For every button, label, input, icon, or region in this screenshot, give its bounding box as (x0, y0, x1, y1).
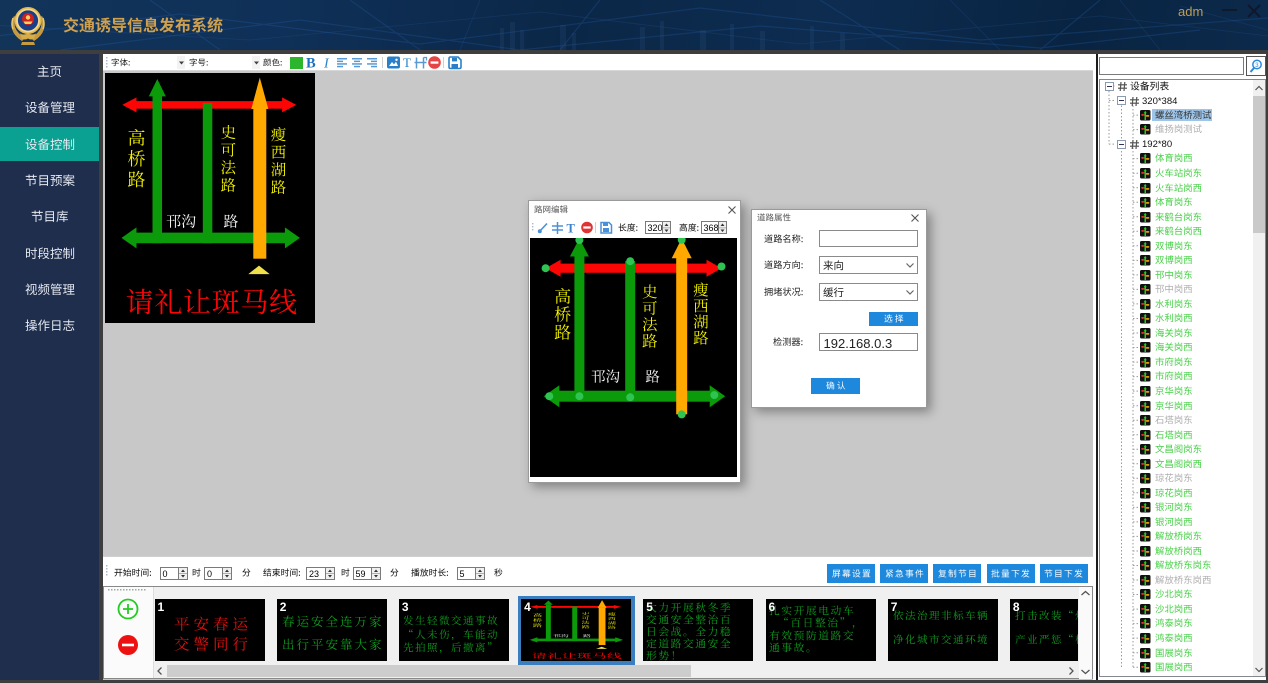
svg-text:I: I (323, 56, 330, 71)
svg-text:T: T (403, 55, 411, 70)
svg-text:T: T (567, 221, 576, 235)
svg-text:B: B (306, 55, 316, 71)
